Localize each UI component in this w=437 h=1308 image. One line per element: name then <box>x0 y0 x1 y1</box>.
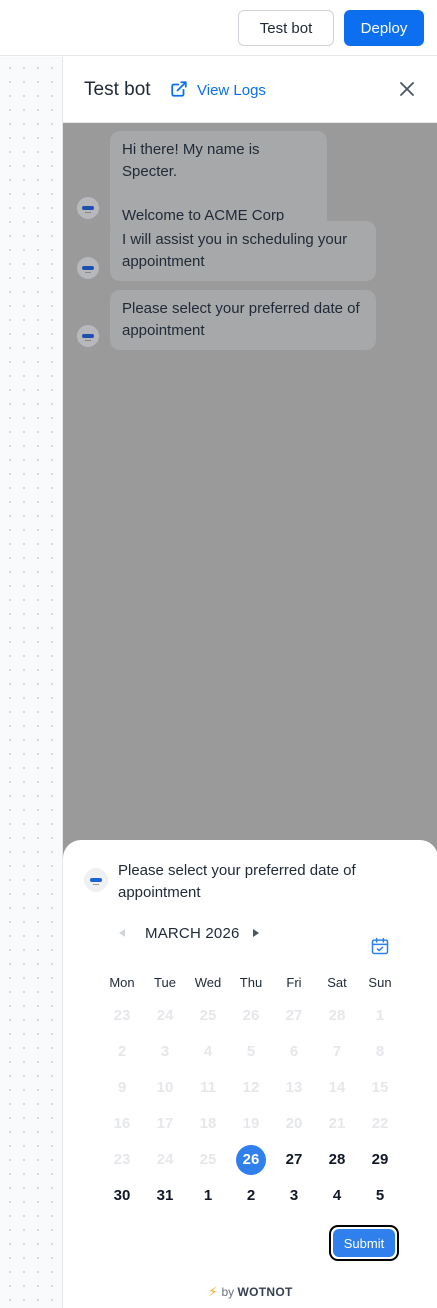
calendar-day: 19 <box>242 1115 260 1132</box>
calendar-day: 16 <box>113 1115 131 1132</box>
calendar-day: 11 <box>200 1079 216 1096</box>
calendar-day: 24 <box>156 1151 174 1168</box>
calendar-day: 2 <box>117 1043 127 1060</box>
message-bubble: Hi there! My name is Specter. Welcome to… <box>110 131 327 235</box>
calendar-day: 17 <box>156 1115 174 1132</box>
calendar-day[interactable]: 30 <box>107 1181 137 1211</box>
calendar-day: 9 <box>117 1079 127 1096</box>
panel-title: Test bot <box>84 79 151 100</box>
message-bubble: I will assist you in scheduling your app… <box>110 221 376 281</box>
month-label: MARCH 2026 <box>145 925 240 942</box>
view-logs-link[interactable]: View Logs <box>197 82 266 99</box>
calendar-day: 23 <box>113 1007 131 1024</box>
bot-avatar <box>84 868 108 892</box>
test-bot-panel: Test bot View Logs Hi there! My name is … <box>62 57 437 1308</box>
close-icon[interactable] <box>399 81 415 97</box>
flow-canvas[interactable] <box>0 57 62 1308</box>
external-link-icon[interactable] <box>170 80 188 98</box>
calendar-day: 3 <box>160 1043 170 1060</box>
message-line: I will assist you in scheduling your <box>122 231 348 248</box>
panel-header: Test bot View Logs <box>63 57 437 123</box>
bot-avatar <box>77 257 99 279</box>
next-month-arrow-icon[interactable] <box>253 929 259 937</box>
calendar-day: 4 <box>203 1043 213 1060</box>
calendar-day: 27 <box>285 1007 303 1024</box>
prev-month-arrow-icon[interactable] <box>119 929 125 937</box>
bot-avatar <box>77 325 99 347</box>
picker-prompt: Please select your preferred date of app… <box>118 862 356 901</box>
message-line: Please select your preferred date of <box>122 300 360 317</box>
bot-avatar <box>77 197 99 219</box>
calendar-day: 5 <box>246 1043 256 1060</box>
calendar-day: 15 <box>371 1079 389 1096</box>
weekday-label: Mon <box>109 975 135 990</box>
calendar-day: 7 <box>332 1043 342 1060</box>
weekday-label: Tue <box>154 975 176 990</box>
deploy-button[interactable]: Deploy <box>344 10 424 46</box>
top-bar: Test bot Deploy <box>0 0 437 56</box>
calendar-day: 24 <box>156 1007 174 1024</box>
calendar-day: 8 <box>375 1043 385 1060</box>
message-line: Hi there! My name is Specter. <box>122 141 260 180</box>
calendar-day[interactable]: 3 <box>279 1181 309 1211</box>
calendar-day: 23 <box>113 1151 131 1168</box>
calendar-day: 10 <box>156 1079 174 1096</box>
weekday-label: Thu <box>239 975 263 990</box>
footer-by-label: by <box>221 1285 235 1299</box>
calendar-day: 22 <box>371 1115 389 1132</box>
weekday-label: Sat <box>327 975 347 990</box>
message-bubble: Please select your preferred date of app… <box>110 290 376 350</box>
calendar-day[interactable]: 31 <box>150 1181 180 1211</box>
calendar-day[interactable]: 28 <box>322 1145 352 1175</box>
calendar-day[interactable]: 27 <box>279 1145 309 1175</box>
calendar-day: 14 <box>328 1079 346 1096</box>
calendar-check-icon[interactable] <box>370 936 390 956</box>
calendar-day: 13 <box>285 1079 303 1096</box>
calendar-day-selected[interactable]: 26 <box>236 1145 266 1175</box>
weekday-label: Wed <box>194 975 222 990</box>
calendar-day: 25 <box>199 1151 217 1168</box>
calendar-day[interactable]: 4 <box>322 1181 352 1211</box>
calendar-day: 12 <box>242 1079 260 1096</box>
calendar-day: 26 <box>242 1007 260 1024</box>
calendar-day: 20 <box>285 1115 303 1132</box>
message-line: appointment <box>122 322 205 339</box>
calendar-day: 1 <box>375 1007 385 1024</box>
calendar-day: 28 <box>328 1007 346 1024</box>
calendar-day: 18 <box>199 1115 217 1132</box>
date-picker-sheet: Please select your preferred date of app… <box>63 840 437 1308</box>
weekday-label: Fri <box>286 975 302 990</box>
submit-button-focus-ring: Submit <box>329 1225 399 1261</box>
calendar-day[interactable]: 5 <box>365 1181 395 1211</box>
calendar-day[interactable]: 1 <box>193 1181 223 1211</box>
submit-button[interactable]: Submit <box>333 1229 395 1257</box>
calendar-day[interactable]: 29 <box>365 1145 395 1175</box>
message-line: appointment <box>122 253 205 270</box>
footer-brand: WOTNOT <box>237 1285 293 1299</box>
calendar-day: 6 <box>289 1043 299 1060</box>
calendar-day: 21 <box>328 1115 346 1132</box>
lightning-bolt-icon: ⚡ <box>208 1284 218 1299</box>
powered-by-footer[interactable]: ⚡ by WOTNOT <box>63 1284 437 1300</box>
message-line <box>122 183 315 205</box>
calendar-day: 25 <box>199 1007 217 1024</box>
weekday-label: Sun <box>368 975 392 990</box>
test-bot-button[interactable]: Test bot <box>238 10 334 46</box>
calendar-day[interactable]: 2 <box>236 1181 266 1211</box>
